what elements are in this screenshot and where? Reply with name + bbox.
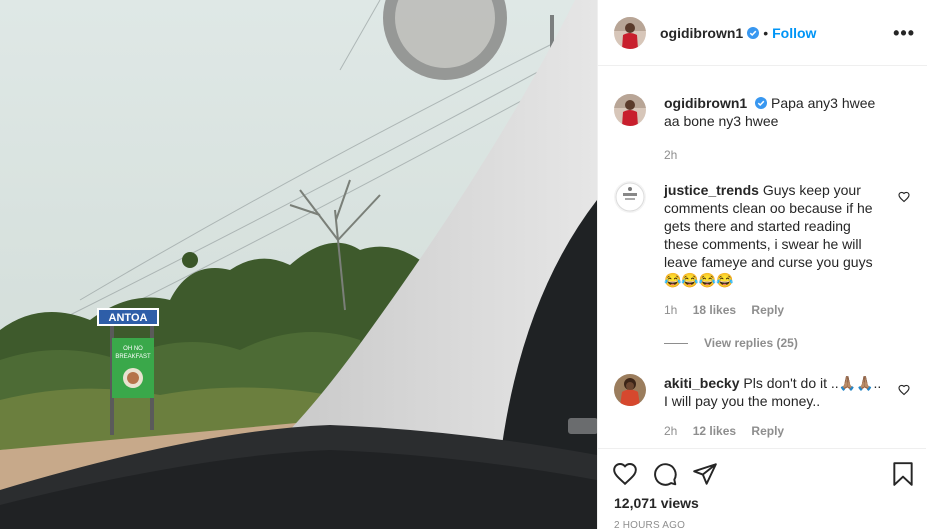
follow-button[interactable]: Follow: [772, 25, 816, 41]
reply-button[interactable]: Reply: [751, 424, 784, 438]
svg-text:BREAKFAST: BREAKFAST: [115, 354, 151, 360]
share-icon[interactable]: [692, 461, 718, 487]
svg-text:ANTOA: ANTOA: [109, 312, 148, 324]
reply-button[interactable]: Reply: [751, 303, 784, 317]
view-replies-button[interactable]: View replies (25): [664, 336, 798, 350]
view-replies-label: View replies (25): [704, 336, 798, 350]
svg-text:OH NO: OH NO: [123, 346, 143, 352]
comment-like-heart-icon[interactable]: [898, 191, 910, 203]
header-separator: •: [763, 24, 769, 41]
post-caption: ogidibrown1 Papa any3 hwee aa bone ny3 h…: [614, 94, 904, 164]
instagram-post: ANTOA OH NO BREAKFAST ogidibrown1 • Foll…: [0, 0, 927, 531]
avatar[interactable]: [614, 374, 646, 406]
post-sidebar: ogidibrown1 • Follow ••• ogidibrown1 Pap…: [597, 0, 927, 531]
view-count[interactable]: 12,071 views: [614, 495, 699, 511]
post-header: ogidibrown1 • Follow •••: [598, 0, 927, 66]
comment-time[interactable]: 2h: [664, 424, 677, 438]
post-video[interactable]: ANTOA OH NO BREAKFAST: [0, 0, 597, 529]
comment-username[interactable]: akiti_becky: [664, 375, 740, 391]
divider: [664, 342, 688, 344]
comment-username[interactable]: justice_trends: [664, 182, 759, 198]
comments-list[interactable]: ogidibrown1 Papa any3 hwee aa bone ny3 h…: [598, 67, 926, 447]
comment-icon[interactable]: [652, 461, 678, 487]
post-timestamp[interactable]: 2 HOURS AGO: [614, 520, 685, 531]
avatar[interactable]: [614, 181, 646, 213]
caption-time[interactable]: 2h: [664, 148, 677, 162]
comment-item: justice_trends Guys keep your comments c…: [614, 181, 904, 319]
comment-time[interactable]: 1h: [664, 303, 677, 317]
verified-badge-icon: [747, 26, 760, 39]
post-actions: [598, 448, 926, 497]
more-options-icon[interactable]: •••: [893, 24, 915, 42]
comment-item: akiti_becky Pls don't do it ..🙏🏽🙏🏽.. I w…: [614, 374, 904, 440]
video-frame: ANTOA OH NO BREAKFAST: [0, 0, 597, 529]
header-username[interactable]: ogidibrown1: [660, 25, 743, 41]
caption-username[interactable]: ogidibrown1: [664, 95, 747, 111]
avatar[interactable]: [614, 16, 646, 49]
heart-icon[interactable]: [612, 461, 638, 487]
comment-likes[interactable]: 12 likes: [693, 424, 736, 438]
verified-badge-icon: [755, 97, 768, 109]
comment-like-heart-icon[interactable]: [898, 384, 910, 396]
comment-likes[interactable]: 18 likes: [693, 303, 736, 317]
avatar[interactable]: [614, 94, 646, 126]
bookmark-icon[interactable]: [890, 461, 916, 487]
